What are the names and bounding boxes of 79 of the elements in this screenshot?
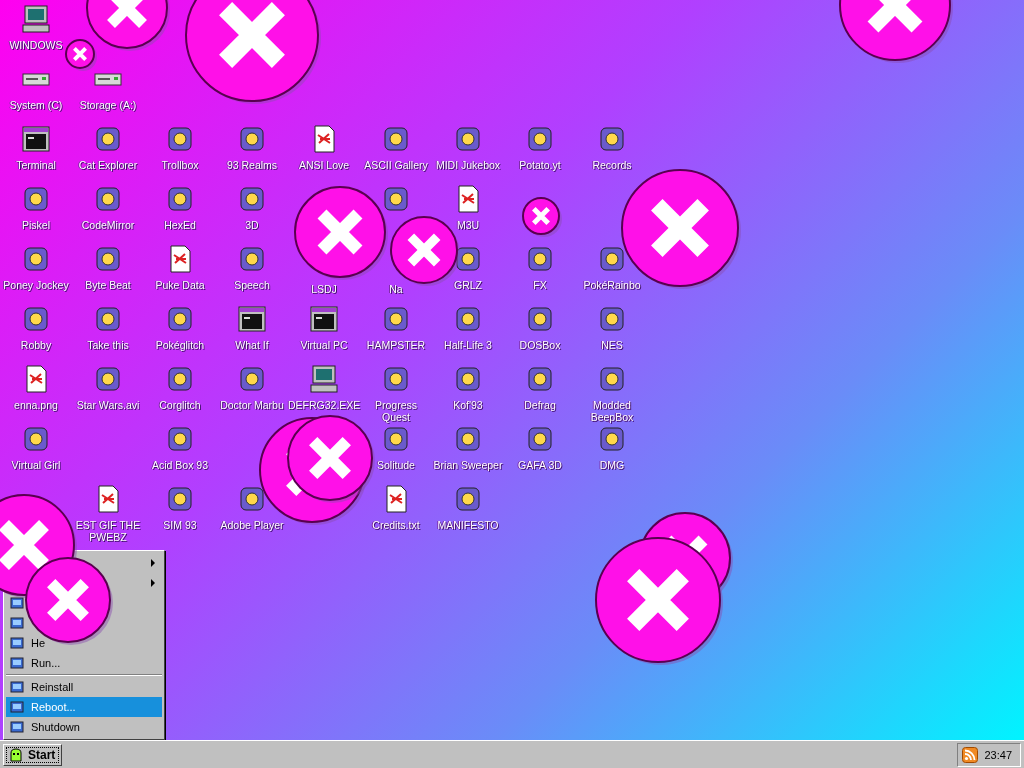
icon-label[interactable]: Take this [87, 339, 129, 351]
icon-label[interactable]: GRLZ [454, 279, 482, 291]
menu-item[interactable]: Reboot... [6, 697, 162, 717]
computer-icon [308, 363, 340, 395]
icon-label[interactable]: Cat Explorer [78, 159, 138, 171]
program-icon [9, 699, 25, 715]
program-icon [9, 719, 25, 735]
icon-label[interactable]: Potato.yt [519, 159, 561, 171]
icon-label[interactable]: M3U [456, 219, 480, 231]
error-x-toast [522, 197, 563, 238]
icon-label[interactable]: Brian Sweeper [433, 459, 503, 471]
icon-label[interactable]: Star Wars.avi [76, 399, 140, 411]
icon-label[interactable]: Progress Quest [360, 399, 432, 423]
menu-item[interactable]: He [6, 633, 162, 653]
menu-item[interactable]: Shutdown [6, 717, 162, 737]
icon-label[interactable]: ASCII Gallery [364, 159, 428, 171]
program-icon [9, 655, 25, 671]
icon-label[interactable]: EST GIF THE PWEBZ [72, 519, 144, 543]
window-icon [20, 123, 52, 155]
icon-label[interactable]: FX [533, 279, 547, 291]
icon-label[interactable]: Virtual Girl [11, 459, 61, 471]
icon-label[interactable]: DOSBox [519, 339, 561, 351]
icon-label[interactable]: Byte Beat [85, 279, 131, 291]
icon-label[interactable]: Records [592, 159, 632, 171]
icon-label[interactable]: Acid Box 93 [151, 459, 208, 471]
icon-label[interactable]: Modded BeepBox [576, 399, 648, 423]
icon-label[interactable]: WINDOWS [9, 39, 63, 51]
icon-label[interactable]: ANSI Love [298, 159, 350, 171]
icon-label[interactable]: MANIFESTO [437, 519, 499, 531]
icon-label[interactable]: DEFRG32.EXE [288, 399, 360, 411]
program-icon [9, 679, 25, 695]
icon-label[interactable]: NES [601, 339, 623, 351]
icon-label[interactable]: Adobe Player [220, 519, 284, 531]
icon-label[interactable]: SIM 93 [163, 519, 197, 531]
icon-label[interactable]: Pokéglitch [155, 339, 205, 351]
icon-label[interactable]: GAFA 3D [518, 459, 562, 471]
submenu-arrow-icon [150, 579, 156, 587]
submenu-arrow-icon [150, 559, 156, 567]
icon-label[interactable]: Defrag [524, 399, 556, 411]
icon-label[interactable]: Corglitch [159, 399, 201, 411]
program-icon [9, 615, 25, 631]
menu-item[interactable]: Reinstall [6, 677, 162, 697]
icon-label[interactable]: HAMPSTER [366, 339, 426, 351]
program-icon [9, 635, 25, 651]
icon-label[interactable]: CodeMirror [81, 219, 135, 231]
icon-label[interactable]: Storage (A:) [79, 99, 137, 111]
icon-label[interactable]: DMG [599, 459, 625, 471]
icon-label[interactable]: Kof'93 [453, 399, 483, 411]
icon-label[interactable]: Speech [234, 279, 270, 291]
start-button[interactable]: Start [3, 743, 63, 766]
icon-label[interactable]: Solitude [377, 459, 415, 471]
icon-label[interactable]: Na [389, 283, 403, 295]
icon-label[interactable]: What If [235, 339, 269, 351]
icon-label[interactable]: HexEd [164, 219, 196, 231]
icon-label[interactable]: enna.png [14, 399, 58, 411]
icon-label[interactable]: 93 Realms [226, 159, 278, 171]
icon-label[interactable]: PokéRainbo [583, 279, 641, 291]
program-icon [9, 595, 25, 611]
icon-label[interactable]: MIDI Jukebox [435, 159, 501, 171]
icon-label[interactable]: Poney Jockey [3, 279, 69, 291]
icon-label[interactable]: Piskel [22, 219, 50, 231]
icon-label[interactable]: Credits.txt [372, 519, 420, 531]
icon-label[interactable]: Virtual PC [300, 339, 348, 351]
icon-label[interactable]: Terminal [16, 159, 56, 171]
window-icon [308, 303, 340, 335]
icon-label[interactable]: Trollbox [161, 159, 199, 171]
ghost-icon [8, 746, 24, 763]
window-icon [236, 303, 268, 335]
rss-icon [962, 746, 979, 763]
icon-label[interactable]: Half-Life 3 [444, 339, 492, 351]
icon-label[interactable]: Puke Data [155, 279, 205, 291]
icon-label[interactable]: System (C) [9, 99, 63, 111]
icon-label[interactable]: LSDJ [311, 283, 337, 295]
icon-label[interactable]: Doctor Marbu [220, 399, 284, 411]
computer-icon [20, 3, 52, 35]
icon-label[interactable]: Robby [20, 339, 52, 351]
menu-item[interactable]: Run... [6, 653, 162, 673]
clock: 23:47 [984, 748, 1012, 761]
icon-label[interactable]: 3D [245, 219, 259, 231]
